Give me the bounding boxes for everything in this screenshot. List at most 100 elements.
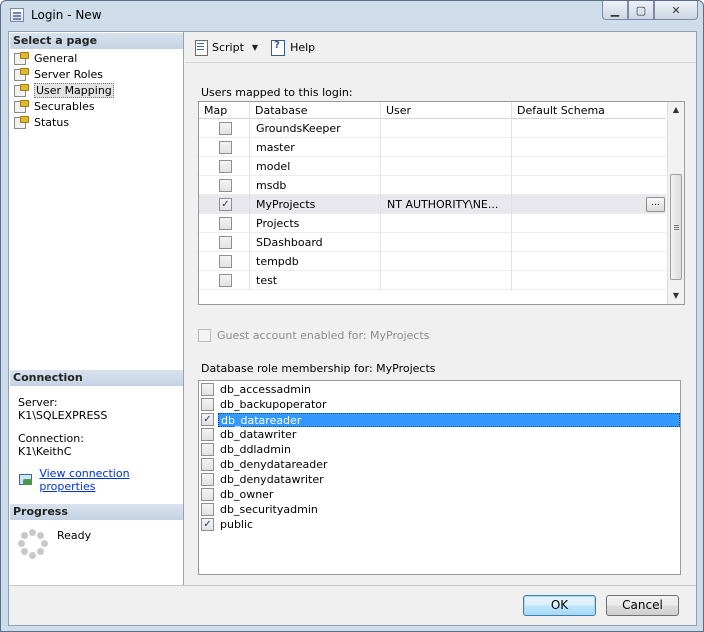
user-mapping-grid[interactable]: Map Database User Default Schema Grounds… [198,101,685,305]
toolbar-divider [185,62,696,63]
map-checkbox[interactable] [219,255,232,268]
list-item[interactable]: db_owner [201,487,680,502]
script-label: Script [212,40,244,54]
column-header-database[interactable]: Database [250,102,381,119]
role-membership-list[interactable]: db_accessadmin db_backupoperator ✓ db_dat… [198,380,681,575]
role-membership-label: Database role membership for: MyProjects [201,362,436,375]
scrollbar-thumb[interactable] [670,174,682,280]
login-new-dialog: Login - New ▁ ▢ ✕ Select a page General … [0,0,704,632]
role-checkbox-checked[interactable]: ✓ [201,413,214,426]
user-cell[interactable] [381,252,512,271]
list-item[interactable]: db_securityadmin [201,502,680,517]
map-checkbox[interactable] [219,236,232,249]
column-header-default-schema[interactable]: Default Schema [512,102,666,119]
view-connection-properties-link[interactable]: View connection properties [18,467,183,493]
list-item[interactable]: db_datawriter [201,427,680,442]
list-item[interactable]: db_accessadmin [201,382,680,397]
chevron-down-icon[interactable]: ▼ [252,43,258,52]
column-header-user[interactable]: User [381,102,512,119]
user-cell[interactable] [381,119,512,138]
ok-button[interactable]: OK [523,595,596,616]
default-schema-cell[interactable] [512,138,666,157]
default-schema-cell[interactable] [512,195,666,214]
default-schema-cell[interactable] [512,214,666,233]
list-item[interactable]: db_backupoperator [201,397,680,412]
grid-header: Map Database User Default Schema [199,102,666,119]
user-cell[interactable] [381,176,512,195]
role-checkbox[interactable] [201,473,214,486]
table-row[interactable]: model [199,157,666,176]
default-schema-cell[interactable] [512,271,666,290]
scroll-down-arrow-icon[interactable]: ▼ [668,288,684,304]
close-button[interactable]: ✕ [654,1,698,20]
scroll-up-arrow-icon[interactable]: ▲ [668,102,684,118]
list-item-selected[interactable]: ✓ db_datareader [201,412,680,427]
user-cell[interactable]: NT AUTHORITY\NE... [381,195,512,214]
table-row[interactable]: msdb [199,176,666,195]
page-item-securables[interactable]: Securables [14,98,95,114]
close-icon: ✕ [671,3,681,17]
role-checkbox[interactable] [201,428,214,441]
page-item-user-mapping[interactable]: User Mapping [14,82,114,98]
progress-header: Progress [10,504,183,520]
progress-status: Ready [57,529,92,542]
role-checkbox[interactable] [201,458,214,471]
default-schema-cell[interactable] [512,233,666,252]
map-checkbox[interactable] [219,160,232,173]
map-checkbox[interactable] [219,122,232,135]
minimize-button[interactable]: ▁ [602,1,628,20]
user-cell[interactable] [381,214,512,233]
list-item[interactable]: db_ddladmin [201,442,680,457]
user-cell[interactable] [381,138,512,157]
page-item-status[interactable]: Status [14,114,69,130]
table-row-selected[interactable]: ✓ MyProjects NT AUTHORITY\NE... ... [199,195,666,214]
table-row[interactable]: Projects [199,214,666,233]
list-item[interactable]: ✓ public [201,517,680,532]
role-checkbox[interactable] [201,443,214,456]
connection-properties-icon [18,473,33,487]
left-pane: Select a page General Server Roles User … [9,32,184,585]
default-schema-cell[interactable] [512,157,666,176]
role-checkbox[interactable] [201,398,214,411]
script-button[interactable]: Script ▼ [193,39,258,56]
column-header-map[interactable]: Map [199,102,250,119]
guest-account-checkbox[interactable]: Guest account enabled for: MyProjects [198,329,429,342]
window-icon [10,8,24,22]
map-cell [199,271,250,290]
table-row[interactable]: master [199,138,666,157]
cancel-button[interactable]: Cancel [606,595,679,616]
map-checkbox[interactable] [219,274,232,287]
maximize-button[interactable]: ▢ [628,1,654,20]
role-checkbox[interactable] [201,503,214,516]
database-cell: model [250,157,381,176]
database-cell: tempdb [250,252,381,271]
list-item[interactable]: db_denydatareader [201,457,680,472]
table-row[interactable]: SDashboard [199,233,666,252]
map-checkbox[interactable] [219,141,232,154]
help-button[interactable]: Help [270,39,315,56]
role-checkbox[interactable] [201,488,214,501]
default-schema-cell[interactable] [512,119,666,138]
map-checkbox[interactable] [219,179,232,192]
user-cell[interactable] [381,233,512,252]
guest-checkbox-box[interactable] [198,329,211,342]
page-item-label: Status [34,115,70,129]
list-item[interactable]: db_denydatawriter [201,472,680,487]
default-schema-cell[interactable] [512,176,666,195]
map-checkbox-checked[interactable]: ✓ [219,198,232,211]
title-bar[interactable]: Login - New ▁ ▢ ✕ [1,1,703,29]
page-item-general[interactable]: General [14,50,77,66]
page-item-server-roles[interactable]: Server Roles [14,66,103,82]
table-row[interactable]: GroundsKeeper [199,119,666,138]
map-cell [199,138,250,157]
grid-vertical-scrollbar[interactable]: ▲ ▼ [667,102,684,304]
map-checkbox[interactable] [219,217,232,230]
default-schema-cell[interactable] [512,252,666,271]
user-cell[interactable] [381,271,512,290]
table-row[interactable]: tempdb [199,252,666,271]
table-row[interactable]: test [199,271,666,290]
browse-schema-button[interactable]: ... [646,197,665,212]
role-checkbox-checked[interactable]: ✓ [201,518,214,531]
role-checkbox[interactable] [201,383,214,396]
user-cell[interactable] [381,157,512,176]
